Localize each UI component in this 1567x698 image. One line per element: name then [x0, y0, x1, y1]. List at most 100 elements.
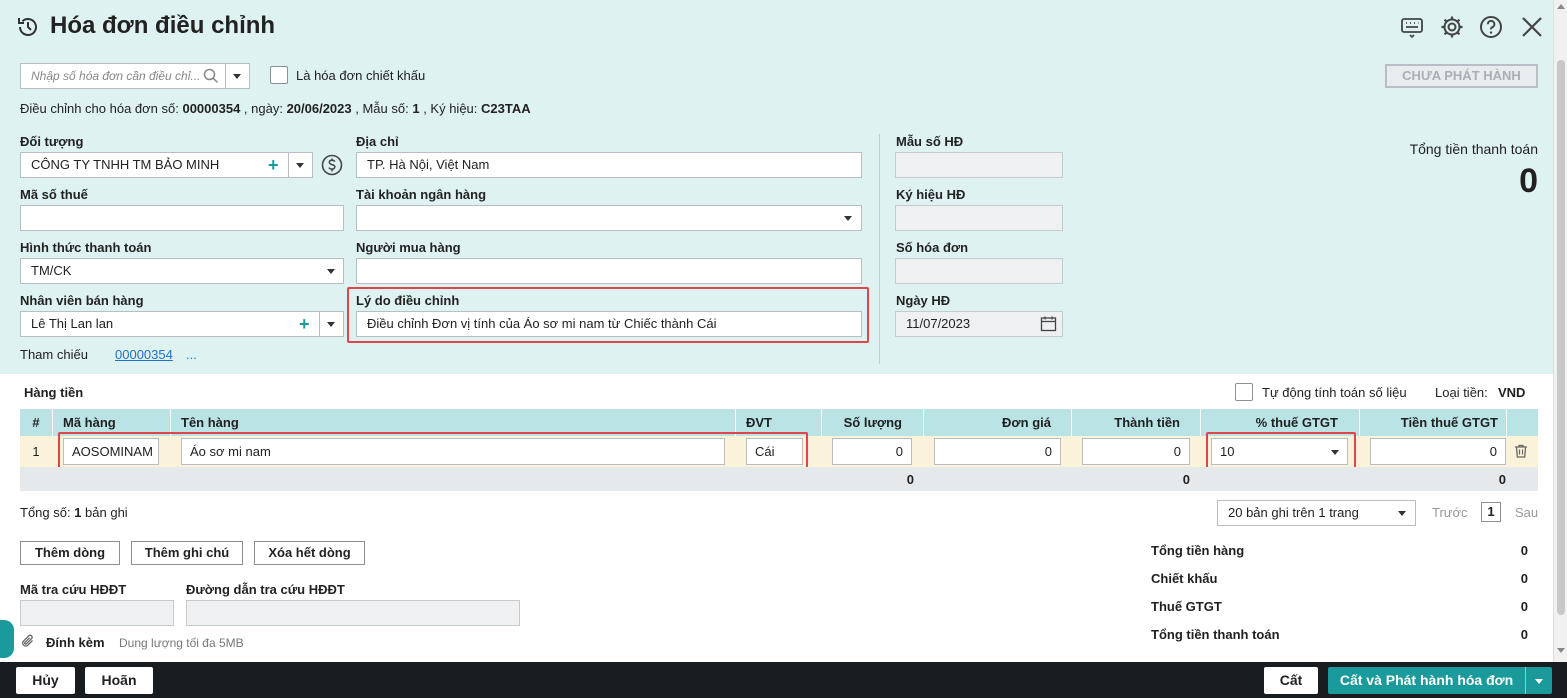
row-ma-hang-input[interactable]: AOSOMINAM	[63, 438, 159, 465]
summary-tong-thanh-toan-label: Tổng tiền thanh toán	[1151, 627, 1280, 642]
grid-section-title: Hàng tiền	[24, 385, 84, 400]
scroll-up-icon[interactable]	[1557, 4, 1565, 9]
ky-hieu-input	[895, 205, 1063, 231]
lookup-link-label: Đường dẫn tra cứu HĐĐT	[186, 582, 345, 597]
prev-page-button[interactable]: Trước	[1432, 505, 1468, 520]
total-payment-value: 0	[1519, 162, 1538, 200]
adjust-date: 20/06/2023	[286, 101, 352, 116]
dia-chi-input[interactable]: TP. Hà Nội, Việt Nam	[356, 152, 862, 178]
adjust-invoice-no: 00000354	[182, 101, 241, 116]
delete-all-button[interactable]: Xóa hết dòng	[254, 541, 365, 565]
search-placeholder: Nhập số hóa đơn cần điều chỉ...	[31, 69, 201, 83]
ma-so-thue-input[interactable]	[20, 205, 344, 231]
side-tab[interactable]	[0, 620, 14, 658]
col-don-gia: Đơn giá	[1002, 415, 1051, 430]
col-divider	[1506, 409, 1507, 436]
auto-calc-checkbox[interactable]	[1235, 383, 1253, 401]
col-divider	[1359, 409, 1360, 436]
lookup-code-input	[20, 600, 174, 626]
next-page-button[interactable]: Sau	[1515, 505, 1538, 520]
add-customer-icon[interactable]: +	[268, 156, 279, 174]
col-ma-hang: Mã hàng	[63, 415, 116, 430]
row-don-gia-input[interactable]: 0	[934, 438, 1061, 465]
scroll-thumb[interactable]	[1557, 60, 1565, 615]
ky-hieu-label: Ký hiệu HĐ	[896, 187, 966, 202]
doi-tuong-value: CÔNG TY TNHH TM BẢO MINH	[31, 157, 220, 172]
summary-thue-label: Thuế GTGT	[1151, 599, 1222, 614]
row-dvt-input[interactable]: Cái	[746, 438, 803, 465]
gear-icon[interactable]	[1439, 14, 1465, 40]
discount-invoice-checkbox[interactable]	[270, 66, 288, 84]
nguoi-mua-label: Người mua hàng	[356, 240, 461, 255]
status-button[interactable]: CHƯA PHÁT HÀNH	[1385, 64, 1538, 88]
page-size-value: 20 bản ghi trên 1 trang	[1228, 505, 1359, 520]
help-icon[interactable]	[1478, 14, 1504, 40]
col-divider	[52, 409, 53, 436]
lookup-link-input	[186, 600, 520, 626]
add-row-button[interactable]: Thêm dòng	[20, 541, 120, 565]
ngay-hd-input[interactable]: 11/07/2023	[895, 311, 1063, 337]
paperclip-icon[interactable]	[20, 633, 37, 650]
col-divider	[923, 409, 924, 436]
calendar-icon[interactable]	[1040, 315, 1057, 332]
close-icon[interactable]	[1519, 14, 1545, 40]
tham-chieu-link[interactable]: 00000354	[115, 347, 173, 362]
doi-tuong-input[interactable]: CÔNG TY TNHH TM BẢO MINH	[20, 152, 289, 178]
tai-khoan-label: Tài khoản ngân hàng	[356, 187, 487, 202]
save-publish-button[interactable]: Cất và Phát hành hóa đơn	[1328, 667, 1525, 694]
row-tien-thue-input[interactable]: 0	[1370, 438, 1506, 465]
vertical-scrollbar[interactable]	[1553, 0, 1567, 662]
history-icon	[18, 18, 37, 36]
col-thue-pct: % thuế GTGT	[1255, 415, 1338, 430]
summary-tong-tien-hang-value: 0	[1520, 543, 1528, 558]
total-payment-label: Tổng tiền thanh toán	[1409, 141, 1538, 157]
row-ten-hang-input[interactable]: Áo sơ mi nam	[181, 438, 725, 465]
scroll-down-icon[interactable]	[1557, 648, 1565, 653]
ly-do-input[interactable]: Điều chỉnh Đơn vị tính của Áo sơ mi nam …	[356, 311, 862, 337]
chevron-down-icon	[1535, 679, 1543, 684]
row-so-luong-input[interactable]: 0	[832, 438, 912, 465]
cancel-button[interactable]: Hủy	[16, 667, 75, 694]
dia-chi-label: Địa chỉ	[356, 134, 399, 149]
summary-thue-value: 0	[1520, 599, 1528, 614]
chevron-down-icon	[327, 269, 335, 274]
row-thanh-tien-input[interactable]: 0	[1082, 438, 1190, 465]
hinh-thuc-select[interactable]: TM/CK	[20, 258, 344, 284]
record-count: Tổng số: 1 bản ghi	[20, 505, 128, 520]
nguoi-mua-input[interactable]	[356, 258, 862, 284]
attach-hint: Dung lượng tối đa 5MB	[119, 636, 244, 650]
attach-label[interactable]: Đính kèm	[46, 635, 105, 650]
tham-chieu-label: Tham chiếu	[20, 347, 88, 362]
adjust-info-line: Điều chỉnh cho hóa đơn số: 00000354 , ng…	[20, 101, 531, 116]
add-employee-icon[interactable]: +	[299, 315, 310, 333]
ly-do-value: Điều chỉnh Đơn vị tính của Áo sơ mi nam …	[367, 316, 717, 331]
col-divider	[735, 409, 736, 436]
dia-chi-value: TP. Hà Nội, Việt Nam	[367, 157, 490, 172]
hinh-thuc-value: TM/CK	[31, 263, 72, 278]
page-size-select[interactable]: 20 bản ghi trên 1 trang	[1217, 500, 1416, 526]
ngay-hd-value: 11/07/2023	[906, 316, 971, 331]
col-divider	[821, 409, 822, 436]
save-button[interactable]: Cất	[1264, 667, 1318, 694]
doi-tuong-label: Đối tượng	[20, 134, 84, 149]
search-icon[interactable]	[203, 68, 219, 84]
tham-chieu-more-link[interactable]: ...	[186, 347, 197, 362]
col-no: #	[32, 415, 40, 430]
col-tien-thue: Tiền thuế GTGT	[1400, 415, 1498, 430]
dollar-circle-icon[interactable]	[321, 154, 343, 176]
nhan-vien-value: Lê Thị Lan lan	[31, 316, 114, 331]
nhan-vien-input[interactable]: Lê Thị Lan lan	[20, 311, 320, 337]
row-thue-select[interactable]: 10	[1211, 438, 1348, 465]
ngay-hd-label: Ngày HĐ	[896, 293, 951, 308]
adjust-info-prefix: Điều chỉnh cho hóa đơn số:	[20, 101, 183, 116]
tai-khoan-select[interactable]	[356, 205, 862, 231]
auto-calc-label: Tự động tính toán số liệu	[1262, 385, 1407, 400]
keyboard-icon[interactable]	[1399, 14, 1425, 40]
postpone-button[interactable]: Hoãn	[85, 667, 153, 694]
hinh-thuc-label: Hình thức thanh toán	[20, 240, 152, 255]
trash-icon[interactable]	[1513, 443, 1529, 459]
total-so-luong: 0	[906, 472, 914, 487]
invoice-search-input[interactable]: Nhập số hóa đơn cần điều chỉ...	[20, 63, 226, 89]
page-number[interactable]: 1	[1481, 502, 1501, 522]
add-note-button[interactable]: Thêm ghi chú	[131, 541, 243, 565]
